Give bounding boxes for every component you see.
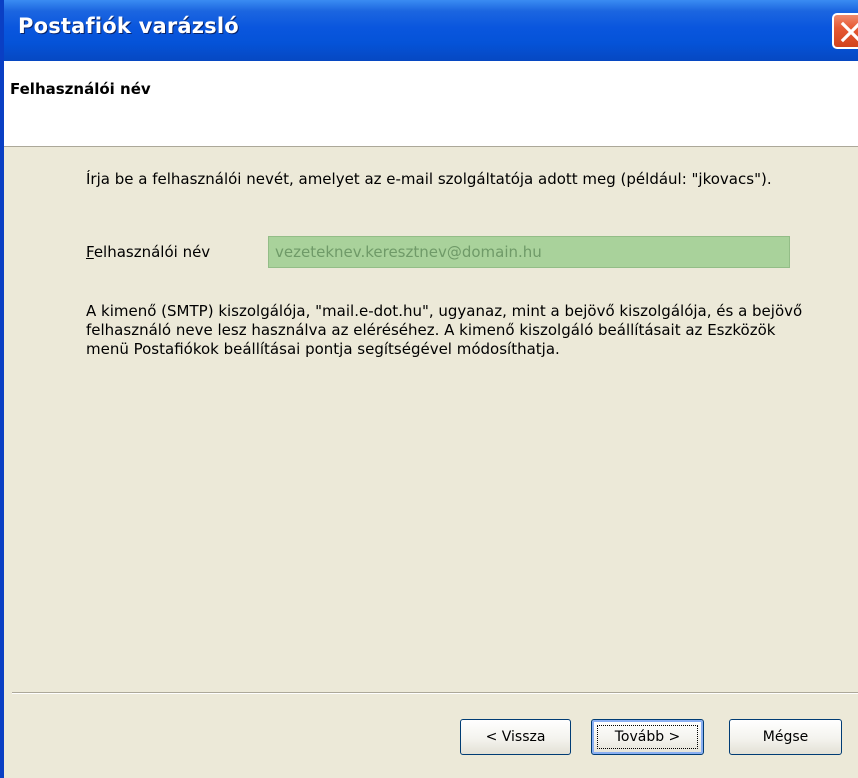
- username-label-text: elhasználói név: [93, 243, 211, 261]
- username-input[interactable]: [268, 236, 790, 268]
- button-separator: [12, 692, 858, 694]
- page-title: Felhasználói név: [10, 80, 151, 98]
- close-button[interactable]: [832, 13, 858, 49]
- intro-text: Írja be a felhasználói nevét, amelyet az…: [86, 170, 772, 188]
- cancel-button[interactable]: Mégse: [729, 719, 842, 755]
- wizard-header: Felhasználói név: [4, 61, 858, 147]
- next-button[interactable]: Tovább >: [591, 719, 704, 755]
- username-label-mnemonic: F: [86, 243, 94, 261]
- window-title: Postafiók varázsló: [18, 14, 239, 38]
- username-label: Felhasználói név: [86, 243, 210, 261]
- wizard-window: Postafiók varázsló Felhasználói név Írja…: [0, 0, 858, 778]
- close-icon: [840, 21, 858, 43]
- focus-rect: [597, 725, 698, 749]
- smtp-info-text: A kimenő (SMTP) kiszolgálója, "mail.e-do…: [86, 302, 803, 358]
- title-bar[interactable]: Postafiók varázsló: [4, 0, 858, 61]
- back-button[interactable]: < Vissza: [460, 719, 571, 755]
